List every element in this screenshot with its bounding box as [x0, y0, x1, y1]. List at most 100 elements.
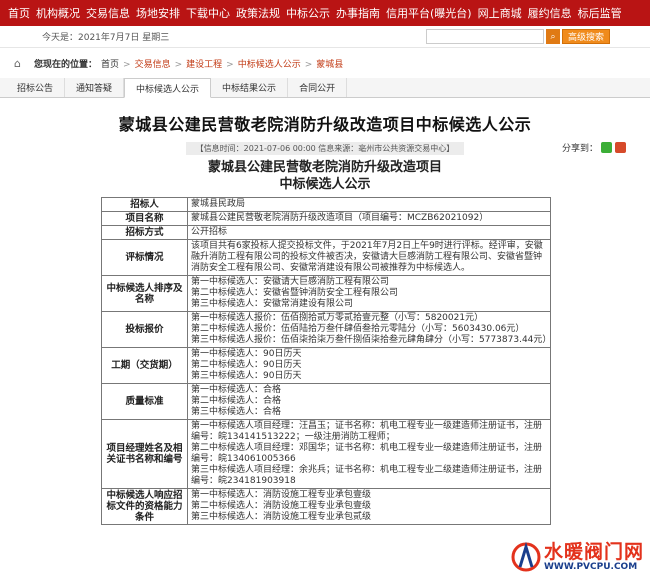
table-row: 招标人 蒙城县民政局: [101, 197, 551, 212]
table-row: 项目名称 蒙城县公建民营敬老院消防升级改造项目（项目编号：MCZB62021092…: [101, 211, 551, 226]
row-value-line: 第三中标候选人：消防设施工程专业承包贰级: [191, 512, 372, 522]
row-value-line: 第三中标候选人：安徽常消建设有限公司: [191, 299, 354, 309]
date-search-bar: 今天是：2021年7月7日 星期三 ⌕ 高级搜索: [0, 26, 650, 48]
search-box: ⌕ 高级搜索: [425, 29, 610, 44]
tab[interactable]: 招标公告: [6, 78, 66, 97]
row-key: 中标候选人排序及名称: [101, 275, 188, 312]
row-value: 第一中标候选人报价：伍佰捌拾贰万零贰拾壹元整（小写：5820021元） 第二中标候…: [187, 311, 552, 348]
table-row: 中标候选人排序及名称 第一中标候选人：安徽请大巨感消防工程有限公司 第二中标候选人：…: [101, 275, 551, 312]
breadcrumb-link[interactable]: 交易信息: [135, 60, 171, 70]
nav-item[interactable]: 办事指南: [336, 5, 380, 21]
row-key: 招标方式: [101, 225, 188, 240]
breadcrumb-separator: >: [123, 59, 131, 70]
row-value-line: 第一中标候选人项目经理：汪昌玉；证书名称：机电工程专业一级建造师注册证书，注册编…: [191, 421, 543, 442]
row-value: 第一中标候选人项目经理：汪昌玉；证书名称：机电工程专业一级建造师注册证书，注册编…: [187, 419, 551, 489]
nav-item[interactable]: 网上商城: [478, 5, 522, 21]
current-date: 今天是：2021年7月7日 星期三: [42, 33, 170, 43]
tab[interactable]: 中标结果公示: [211, 78, 289, 97]
table-row: 工期（交货期） 第一中标候选人：90日历天 第二中标候选人：90日历天 第三中标候选人…: [101, 347, 551, 384]
watermark-url: WWW.PVCPU.COM: [543, 562, 638, 572]
row-key: 招标人: [101, 197, 188, 212]
row-value: 蒙城县民政局: [187, 197, 551, 212]
row-key: 质量标准: [101, 383, 188, 420]
watermark-logo-icon: [511, 541, 541, 572]
table-row: 质量标准 第一中标候选人：合格 第二中标候选人：合格 第三中标候选人：合格: [101, 383, 551, 420]
search-input[interactable]: [425, 29, 544, 44]
row-value: 第一中标候选人：合格 第二中标候选人：合格 第三中标候选人：合格: [187, 383, 551, 420]
top-navigation: 首页 机构概况 交易信息 场地安排 下载中心 政策法规 中标公示 办事指南 信用平台(曝光台) 网…: [0, 0, 650, 26]
weibo-icon[interactable]: [615, 142, 626, 153]
info-bar: 【信息时间：2021-07-06 00:00 信息来源：亳州市公共资源交易中心】…: [0, 139, 650, 157]
nav-item[interactable]: 机构概况: [36, 5, 80, 21]
home-icon: ⌂: [14, 56, 21, 70]
announcement-title-line1: 蒙城县公建民营敬老院消防升级改造项目: [207, 160, 442, 175]
tab[interactable]: 通知答疑: [65, 78, 125, 97]
nav-item[interactable]: 标后监管: [578, 5, 622, 21]
tab-bar: 招标公告 通知答疑 中标候选人公示 中标结果公示 合同公开: [0, 78, 650, 98]
row-value: 第一中标候选人：安徽请大巨感消防工程有限公司 第二中标候选人：安徽省暨钟消防安全工…: [187, 275, 551, 312]
nav-item[interactable]: 首页: [8, 5, 30, 21]
breadcrumb-link[interactable]: 首页: [101, 60, 119, 70]
search-icon[interactable]: ⌕: [545, 29, 560, 44]
row-value-line: 第一中标候选人：安徽请大巨感消防工程有限公司: [191, 277, 390, 287]
row-value-line: 第二中标候选人：合格: [191, 396, 282, 406]
row-value-line: 第一中标候选人：消防设施工程专业承包壹级: [191, 490, 372, 500]
announcement-title-line2: 中标候选人公示: [279, 177, 371, 192]
row-value-line: 第一中标候选人：合格: [191, 385, 282, 395]
row-value-line: 第三中标候选人：90日历天: [191, 371, 302, 381]
tab[interactable]: 合同公开: [288, 78, 348, 97]
breadcrumb: ⌂ 您现在的位置： 首页 > 交易信息 > 建设工程 > 中标候选人公示 > 蒙城县: [0, 48, 650, 78]
row-value-line: 第二中标候选人项目经理：邓国华；证书名称：机电工程专业一级建造师注册证书，注册编…: [191, 443, 543, 464]
watermark-name: 水暖阀门网: [543, 541, 644, 563]
nav-item[interactable]: 场地安排: [136, 5, 180, 21]
page-title: 蒙城县公建民营敬老院消防升级改造项目中标候选人公示: [118, 115, 532, 134]
candidate-table: 招标人 蒙城县民政局 项目名称 蒙城县公建民营敬老院消防升级改造项目（项目编号：MCZ…: [101, 197, 551, 525]
row-value-line: 第二中标候选人：消防设施工程专业承包壹级: [191, 501, 372, 511]
breadcrumb-separator: >: [226, 59, 234, 70]
row-key: 项目经理姓名及相关证书名称和编号: [101, 419, 188, 489]
share-bar: 分享到：: [562, 141, 626, 154]
nav-item[interactable]: 政策法规: [236, 5, 280, 21]
table-row: 中标候选人响应招标文件的资格能力条件 第一中标候选人：消防设施工程专业承包壹级 第二…: [101, 488, 551, 525]
row-value: 公开招标: [187, 225, 551, 240]
row-value-line: 第三中标候选人报价：伍佰柒拾柒万叁仟捌佰柒拾叁元肆角肆分（小写：5773873.…: [191, 335, 552, 345]
advanced-search-button[interactable]: 高级搜索: [561, 29, 610, 44]
row-key: 投标报价: [101, 311, 188, 348]
row-value-line: 第三中标候选人项目经理：余兆兵；证书名称：机电工程专业二级建造师注册证书，注册编…: [191, 465, 543, 486]
row-value-line: 第一中标候选人：90日历天: [191, 349, 302, 359]
breadcrumb-label: 您现在的位置：: [34, 59, 98, 70]
row-key: 中标候选人响应招标文件的资格能力条件: [101, 488, 188, 525]
watermark: 水暖阀门网 WWW.PVCPU.COM: [511, 541, 644, 573]
table-row: 项目经理姓名及相关证书名称和编号 第一中标候选人项目经理：汪昌玉；证书名称：机电工…: [101, 419, 551, 489]
wechat-icon[interactable]: [601, 142, 612, 153]
row-value-line: 公开招标: [191, 227, 228, 237]
breadcrumb-separator: >: [174, 59, 183, 70]
row-value-line: 蒙城县民政局: [191, 199, 246, 209]
announcement-title: 蒙城县公建民营敬老院消防升级改造项目 中标候选人公示: [0, 159, 650, 193]
table-row: 投标报价 第一中标候选人报价：伍佰捌拾贰万零贰拾壹元整（小写：5820021元）第…: [101, 311, 552, 348]
table-row: 招标方式 公开招标: [101, 225, 551, 240]
row-value-line: 第二中标候选人：安徽省暨钟消防安全工程有限公司: [191, 288, 399, 298]
nav-item[interactable]: 下载中心: [186, 5, 230, 21]
table-row: 评标情况 该项目共有6家投标人提交投标文件，于2021年7月2日上午9时进行评标。…: [101, 239, 551, 276]
row-value: 第一中标候选人：90日历天 第二中标候选人：90日历天 第三中标候选人：90日历天: [187, 347, 551, 384]
row-key: 项目名称: [101, 211, 188, 226]
breadcrumb-items: 首页 > 交易信息 > 建设工程 > 中标候选人公示 > 蒙城县: [101, 57, 343, 70]
breadcrumb-link[interactable]: 中标候选人公示: [238, 60, 301, 70]
breadcrumb-separator: >: [304, 59, 313, 70]
row-value-line: 蒙城县公建民营敬老院消防升级改造项目（项目编号：MCZB62021092）: [191, 213, 489, 223]
nav-item[interactable]: 中标公示: [286, 5, 330, 21]
nav-item[interactable]: 交易信息: [86, 5, 130, 21]
nav-item[interactable]: 信用平台(曝光台): [386, 5, 472, 21]
row-value-line: 该项目共有6家投标人提交投标文件，于2021年7月2日上午9时进行评标。经评审，…: [191, 241, 543, 273]
breadcrumb-link[interactable]: 蒙城县: [316, 60, 343, 70]
row-key: 评标情况: [101, 239, 188, 276]
row-value-line: 第三中标候选人：合格: [191, 407, 282, 417]
share-label: 分享到：: [561, 144, 598, 154]
breadcrumb-link[interactable]: 建设工程: [186, 60, 222, 70]
nav-item[interactable]: 履约信息: [528, 5, 572, 21]
row-value-line: 第二中标候选人：90日历天: [191, 360, 302, 370]
row-value-line: 第二中标候选人报价：伍佰陆拾万叁仟肆佰叁拾元零陆分（小写：5603430.06元…: [191, 324, 525, 334]
tab[interactable]: 中标候选人公示: [124, 78, 212, 98]
row-key: 工期（交货期）: [101, 347, 188, 384]
